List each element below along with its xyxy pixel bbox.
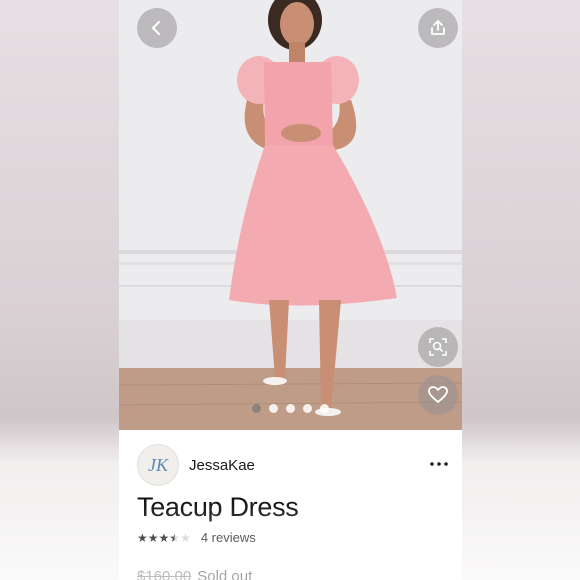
product-image[interactable] — [119, 0, 462, 430]
carousel-dot[interactable] — [320, 404, 329, 413]
rating-row[interactable]: ★★★★★ 4 reviews — [137, 530, 256, 545]
star-half-icon: ★ — [169, 531, 181, 545]
product-info: JK JessaKae Teacup Dress ★★★★★ 4 reviews… — [119, 430, 462, 580]
star-filled-icon: ★ — [147, 531, 159, 545]
carousel-dot[interactable] — [303, 404, 312, 413]
dress-photo — [119, 0, 462, 430]
share-icon — [431, 20, 445, 35]
share-button[interactable] — [418, 8, 458, 48]
star-filled-icon: ★ — [137, 531, 148, 545]
product-title: Teacup Dress — [137, 492, 299, 522]
seller-avatar[interactable]: JK — [137, 444, 179, 486]
sold-out-status: Sold out — [197, 568, 253, 580]
rating-stars: ★★★★★ — [137, 530, 191, 545]
star-filled-icon: ★ — [158, 531, 170, 545]
reviews-link[interactable]: 4 reviews — [201, 530, 256, 545]
heart-icon — [428, 386, 448, 403]
carousel-dot[interactable] — [286, 404, 295, 413]
carousel-dot[interactable] — [269, 404, 278, 413]
star-empty-icon: ★ — [180, 531, 191, 545]
carousel-dot[interactable] — [252, 404, 261, 413]
listing-screen: JK JessaKae Teacup Dress ★★★★★ 4 reviews… — [119, 0, 462, 580]
seller-name[interactable]: JessaKae — [189, 457, 255, 474]
more-options-button[interactable] — [430, 450, 448, 471]
seller-initials: JK — [148, 454, 168, 475]
back-button[interactable] — [137, 8, 177, 48]
visual-search-button[interactable] — [418, 327, 458, 367]
chevron-left-icon — [152, 21, 160, 35]
price-row: $160.00 Sold out — [137, 568, 252, 580]
visual-search-icon — [429, 338, 447, 356]
carousel-indicator[interactable] — [119, 404, 462, 413]
original-price: $160.00 — [137, 568, 192, 580]
more-horizontal-icon — [430, 462, 448, 466]
seller-row[interactable]: JK JessaKae — [137, 444, 255, 486]
